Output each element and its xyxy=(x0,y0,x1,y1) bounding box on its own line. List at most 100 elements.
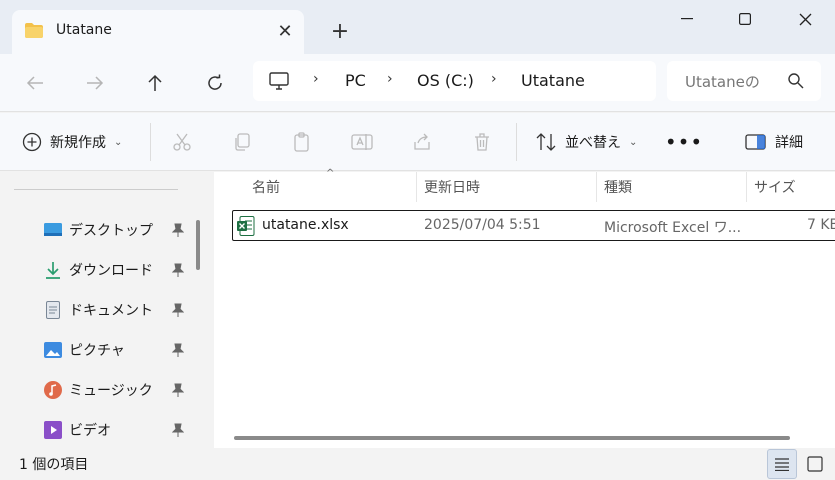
chevron-right-icon[interactable]: › xyxy=(387,71,393,87)
chevron-down-icon: ⌄ xyxy=(114,136,123,148)
document-icon xyxy=(44,301,62,319)
arrow-left-icon xyxy=(26,76,43,90)
rename-icon xyxy=(351,134,373,150)
sidebar-item-label: ミュージック xyxy=(69,383,153,399)
details-view-button[interactable] xyxy=(767,449,797,479)
maximize-icon xyxy=(739,13,751,25)
column-label: サイズ xyxy=(754,180,796,196)
sidebar-item-label: ダウンロード xyxy=(69,263,153,279)
search-input[interactable]: Utataneの xyxy=(667,61,821,101)
pin-icon[interactable] xyxy=(172,263,184,277)
pin-icon[interactable] xyxy=(172,423,184,437)
breadcrumb-pc[interactable]: PC xyxy=(345,71,366,90)
chevron-right-icon[interactable]: › xyxy=(313,71,319,87)
arrow-right-icon xyxy=(87,76,104,90)
maximize-button[interactable] xyxy=(716,0,774,38)
delete-button[interactable] xyxy=(470,130,494,154)
video-icon xyxy=(44,421,62,439)
sidebar-item-label: デスクトップ xyxy=(69,223,153,239)
more-options-button[interactable]: ••• xyxy=(665,130,702,154)
breadcrumb-utatane[interactable]: Utatane xyxy=(521,71,585,90)
refresh-icon xyxy=(208,74,222,90)
close-icon xyxy=(799,13,811,25)
divider xyxy=(150,123,151,161)
file-list: ^ 名前 更新日時 種類 サイズ utatane.xlsx 2025/07/04… xyxy=(214,168,835,448)
desktop-icon xyxy=(44,221,62,239)
paste-button[interactable] xyxy=(290,130,314,154)
excel-file-icon xyxy=(237,216,255,236)
column-label: 種類 xyxy=(604,180,632,196)
paste-icon xyxy=(294,132,309,152)
navigation-pane: デスクトップ ダウンロード ドキュメント ピクチャ ミュージック ビデオ xyxy=(0,172,206,448)
sidebar-item-downloads[interactable]: ダウンロード xyxy=(44,256,192,284)
title-bar: Utatane ✕ + xyxy=(0,0,835,54)
new-button[interactable]: 新規作成 ⌄ xyxy=(22,130,122,154)
file-row[interactable]: utatane.xlsx 2025/07/04 5:51 Microsoft E… xyxy=(232,210,835,241)
search-icon xyxy=(788,73,804,89)
music-icon xyxy=(44,381,62,399)
tab-utatane[interactable]: Utatane ✕ xyxy=(12,10,304,54)
sidebar-item-music[interactable]: ミュージック xyxy=(44,376,192,404)
chevron-down-icon: ⌄ xyxy=(629,136,638,148)
chevron-right-icon[interactable]: › xyxy=(491,71,497,87)
column-divider[interactable] xyxy=(416,172,417,202)
close-tab-icon[interactable]: ✕ xyxy=(272,18,298,44)
column-header-name[interactable]: 名前 xyxy=(252,172,280,202)
cut-button[interactable] xyxy=(170,130,194,154)
pin-icon[interactable] xyxy=(172,383,184,397)
trash-icon xyxy=(475,133,489,151)
sort-ascending-icon: ^ xyxy=(326,168,335,179)
column-header-modified[interactable]: 更新日時 xyxy=(424,172,480,202)
column-label: 名前 xyxy=(252,180,280,196)
divider xyxy=(14,189,178,190)
column-divider[interactable] xyxy=(746,172,747,202)
details-button[interactable]: 詳細 xyxy=(745,130,803,154)
sort-button-label: 並べ替え xyxy=(565,135,621,151)
tab-title: Utatane xyxy=(56,22,112,38)
share-button[interactable] xyxy=(410,130,434,154)
column-header-type[interactable]: 種類 xyxy=(604,172,632,202)
sidebar-item-label: ピクチャ xyxy=(69,343,125,359)
sidebar-item-pictures[interactable]: ピクチャ xyxy=(44,336,192,364)
arrow-up-icon xyxy=(148,74,162,91)
tiles-view-button[interactable] xyxy=(800,449,830,479)
column-label: 更新日時 xyxy=(424,180,480,196)
pin-icon[interactable] xyxy=(172,223,184,237)
status-bar: 1 個の項目 xyxy=(0,448,835,480)
sidebar-item-desktop[interactable]: デスクトップ xyxy=(44,216,192,244)
address-bar[interactable]: › PC › OS (C:) › Utatane xyxy=(253,61,656,101)
close-window-button[interactable] xyxy=(776,0,834,38)
back-button[interactable] xyxy=(18,66,52,100)
computer-icon xyxy=(269,72,289,90)
copy-button[interactable] xyxy=(230,130,254,154)
folder-icon xyxy=(25,23,43,38)
pictures-icon xyxy=(44,341,62,359)
sort-icon xyxy=(536,133,556,151)
sort-button[interactable]: 並べ替え ⌄ xyxy=(535,130,637,154)
sidebar-item-documents[interactable]: ドキュメント xyxy=(44,296,192,324)
file-type: Microsoft Excel ワ... xyxy=(604,220,742,236)
list-view-icon xyxy=(775,458,789,471)
file-size: 7 KB xyxy=(807,217,835,233)
new-button-label: 新規作成 xyxy=(50,135,106,151)
more-icon: ••• xyxy=(664,130,704,154)
pin-icon[interactable] xyxy=(172,343,184,357)
rename-button[interactable] xyxy=(350,130,374,154)
download-icon xyxy=(44,261,62,279)
minimize-button[interactable] xyxy=(658,0,716,38)
details-pane-icon xyxy=(745,134,766,150)
sidebar-scrollbar[interactable] xyxy=(196,220,200,270)
sidebar-item-label: ビデオ xyxy=(69,423,111,439)
forward-button[interactable] xyxy=(78,66,112,100)
breadcrumb-drive[interactable]: OS (C:) xyxy=(417,71,474,90)
file-modified: 2025/07/04 5:51 xyxy=(424,217,541,233)
refresh-button[interactable] xyxy=(198,66,232,100)
pin-icon[interactable] xyxy=(172,303,184,317)
column-divider[interactable] xyxy=(596,172,597,202)
sidebar-item-videos[interactable]: ビデオ xyxy=(44,416,192,444)
new-tab-icon[interactable]: + xyxy=(326,17,354,45)
up-button[interactable] xyxy=(138,66,172,100)
plus-circle-icon xyxy=(22,132,42,152)
column-header-size[interactable]: サイズ xyxy=(754,172,796,202)
horizontal-scrollbar[interactable] xyxy=(234,436,790,440)
